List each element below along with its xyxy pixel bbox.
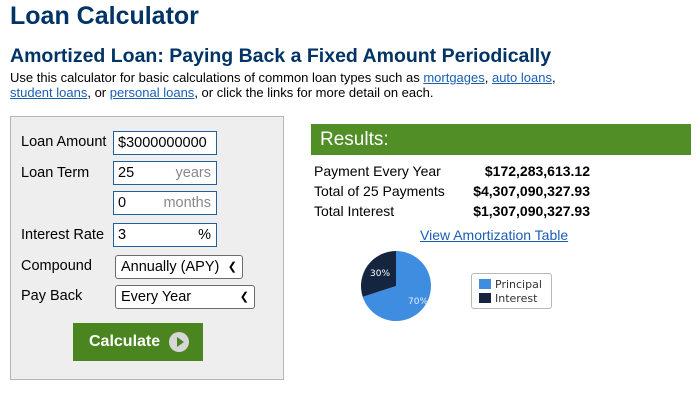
interest-rate-input[interactable]: 3 %: [113, 223, 217, 247]
payment-label: Payment Every Year: [314, 163, 441, 179]
mortgages-link[interactable]: mortgages: [423, 70, 484, 85]
legend-swatch-principal: [479, 279, 491, 289]
interest-rate-label: Interest Rate: [21, 227, 105, 243]
auto-loans-link[interactable]: auto loans: [492, 70, 552, 85]
intro-text-part: Use this calculator for basic calculatio…: [10, 70, 424, 85]
legend-label-principal: Principal: [495, 278, 542, 291]
pay-back-label: Pay Back: [21, 288, 83, 304]
intro-sep: , or: [87, 85, 110, 100]
loan-amount-input[interactable]: $3000000000: [113, 131, 217, 155]
section-title: Amortized Loan: Paying Back a Fixed Amou…: [10, 45, 552, 67]
calculator-panel: Loan Amount $3000000000 Loan Term 25 yea…: [10, 116, 284, 380]
pie-label-principal: 70%: [408, 297, 428, 307]
student-loans-link[interactable]: student loans: [10, 85, 87, 100]
intro-sep: ,: [551, 70, 556, 85]
results-header: Results:: [311, 124, 691, 155]
legend-label-interest: Interest: [495, 292, 538, 305]
pie-label-interest: 30%: [370, 269, 390, 279]
loan-term-months-value: 0: [118, 195, 127, 211]
compound-selected: Annually (APY): [121, 259, 220, 275]
calculate-button[interactable]: Calculate: [73, 323, 203, 361]
amortization-table-link[interactable]: View Amortization Table: [420, 227, 568, 243]
loan-term-years-value: 25: [118, 165, 135, 181]
total-interest-value: $1,307,090,327.93: [473, 203, 590, 219]
compound-select[interactable]: Annually (APY) ❮: [115, 255, 243, 279]
loan-amount-value: $3000000000: [118, 135, 207, 151]
page-title: Loan Calculator: [10, 2, 199, 30]
compound-label: Compound: [21, 258, 92, 274]
total-interest-label: Total Interest: [314, 203, 395, 219]
total-payments-value: $4,307,090,327.93: [473, 183, 590, 199]
intro-text: Use this calculator for basic calculatio…: [10, 70, 690, 100]
pay-back-select[interactable]: Every Year ❮: [115, 285, 255, 309]
total-payments-label: Total of 25 Payments: [314, 183, 445, 199]
legend-item-principal: Principal: [479, 279, 542, 291]
months-unit: months: [163, 195, 211, 211]
years-unit: years: [175, 165, 211, 181]
intro-sep: ,: [484, 70, 492, 85]
legend-item-interest: Interest: [479, 293, 537, 305]
payment-value: $172,283,613.12: [484, 163, 590, 179]
interest-rate-value: 3: [118, 227, 127, 243]
personal-loans-link[interactable]: personal loans: [110, 85, 195, 100]
calculate-label: Calculate: [89, 333, 161, 350]
intro-text-part: , or click the links for more detail on …: [194, 85, 434, 100]
loan-term-label: Loan Term: [21, 165, 90, 181]
play-arrow-icon: [169, 332, 189, 352]
loan-amount-label: Loan Amount: [21, 134, 107, 150]
pay-back-selected: Every Year: [121, 289, 192, 305]
chevron-down-icon: ❮: [227, 261, 237, 273]
loan-term-years-input[interactable]: 25 years: [113, 161, 217, 185]
loan-term-months-input[interactable]: 0 months: [113, 191, 217, 215]
chart-legend: Principal Interest: [471, 273, 552, 309]
principal-interest-pie: 70% 30%: [361, 251, 431, 321]
legend-swatch-interest: [479, 293, 491, 303]
chevron-down-icon: ❮: [239, 291, 249, 303]
percent-unit: %: [198, 227, 211, 243]
